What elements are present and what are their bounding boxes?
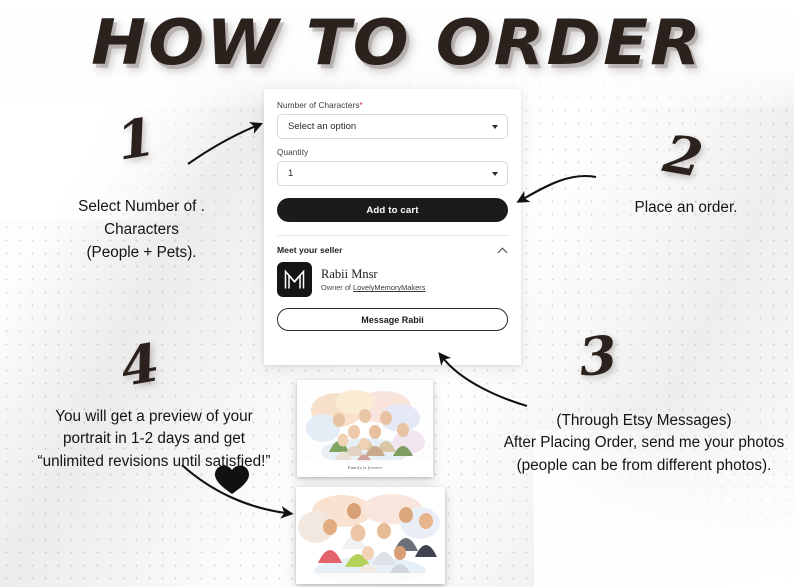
step-4-line-3: “unlimited revisions until satisfied!” [37,452,271,470]
portrait-preview-photo-1: Family is forever [297,380,433,477]
step-1-line-1: Select Number of . [78,198,205,215]
field-spacer [277,139,508,148]
step-number-4: 4 [116,332,165,399]
poster-canvas: HOW TO ORDER Number of Characters* Selec… [0,0,794,587]
step-4-caption: You will get a preview of your portrait … [20,406,288,473]
meet-your-seller-label: Meet your seller [277,245,343,255]
add-to-cart-button[interactable]: Add to cart [277,198,508,222]
quantity-value: 1 [288,168,294,179]
seller-shop-link[interactable]: LovelyMemoryMakers [353,283,425,292]
step-4-line-1: You will get a preview of your [55,408,253,425]
seller-avatar[interactable] [277,262,312,297]
step-number-1: 1 [112,106,160,173]
step-3-caption: (Through Etsy Messages) After Placing Or… [498,410,790,477]
step-3-line-2: After Placing Order, send me your photos [503,434,785,452]
photo-1-caption: Family is forever [347,465,383,470]
meet-your-seller-header[interactable]: Meet your seller [277,236,508,262]
step-3-line-3: (people can be from different photos). [516,456,772,474]
chevron-down-icon [492,171,498,176]
step-number-3: 3 [575,324,621,389]
seller-info: Rabii Mnsr Owner of LovelyMemoryMakers [321,267,425,292]
seller-owner-prefix: Owner of [321,283,354,293]
number-of-characters-label-text: Number of Characters [277,101,360,110]
meet-your-seller-section: Meet your seller Rabii Mnsr Owner of Lov… [277,235,508,331]
number-of-characters-label: Number of Characters* [277,101,508,110]
etsy-listing-card: Number of Characters* Select an option Q… [264,89,521,365]
seller-owner-line: Owner of LovelyMemoryMakers [321,283,425,292]
number-of-characters-select[interactable]: Select an option [277,114,508,139]
step-number-2: 2 [659,123,708,190]
step-1-caption: Select Number of . Characters (People + … [34,196,249,265]
step-1-line-3: (People + Pets). [86,243,197,261]
number-of-characters-value: Select an option [288,121,357,132]
step-2-caption: Place an order. [596,197,776,220]
quantity-label: Quantity [277,148,309,157]
step-1-line-2: Characters [104,220,179,238]
chevron-up-icon[interactable] [499,246,508,255]
step-3-line-1: (Through Etsy Messages) [556,412,732,429]
seller-name: Rabii Mnsr [321,266,378,281]
step-4-line-2: portrait in 1-2 days and get [63,430,245,448]
seller-row: Rabii Mnsr Owner of LovelyMemoryMakers [277,262,508,299]
required-asterisk-icon: * [359,101,363,110]
step-2-line-1: Place an order. [634,199,738,216]
arrow-step-1 [187,122,263,165]
page-title: HOW TO ORDER [91,6,703,79]
arrow-step-3 [438,352,528,408]
portrait-preview-photo-2 [296,487,445,585]
arrow-step-2 [516,174,597,203]
quantity-select[interactable]: 1 [277,161,508,186]
message-seller-button[interactable]: Message Rabii [277,308,508,331]
chevron-down-icon [492,124,498,129]
